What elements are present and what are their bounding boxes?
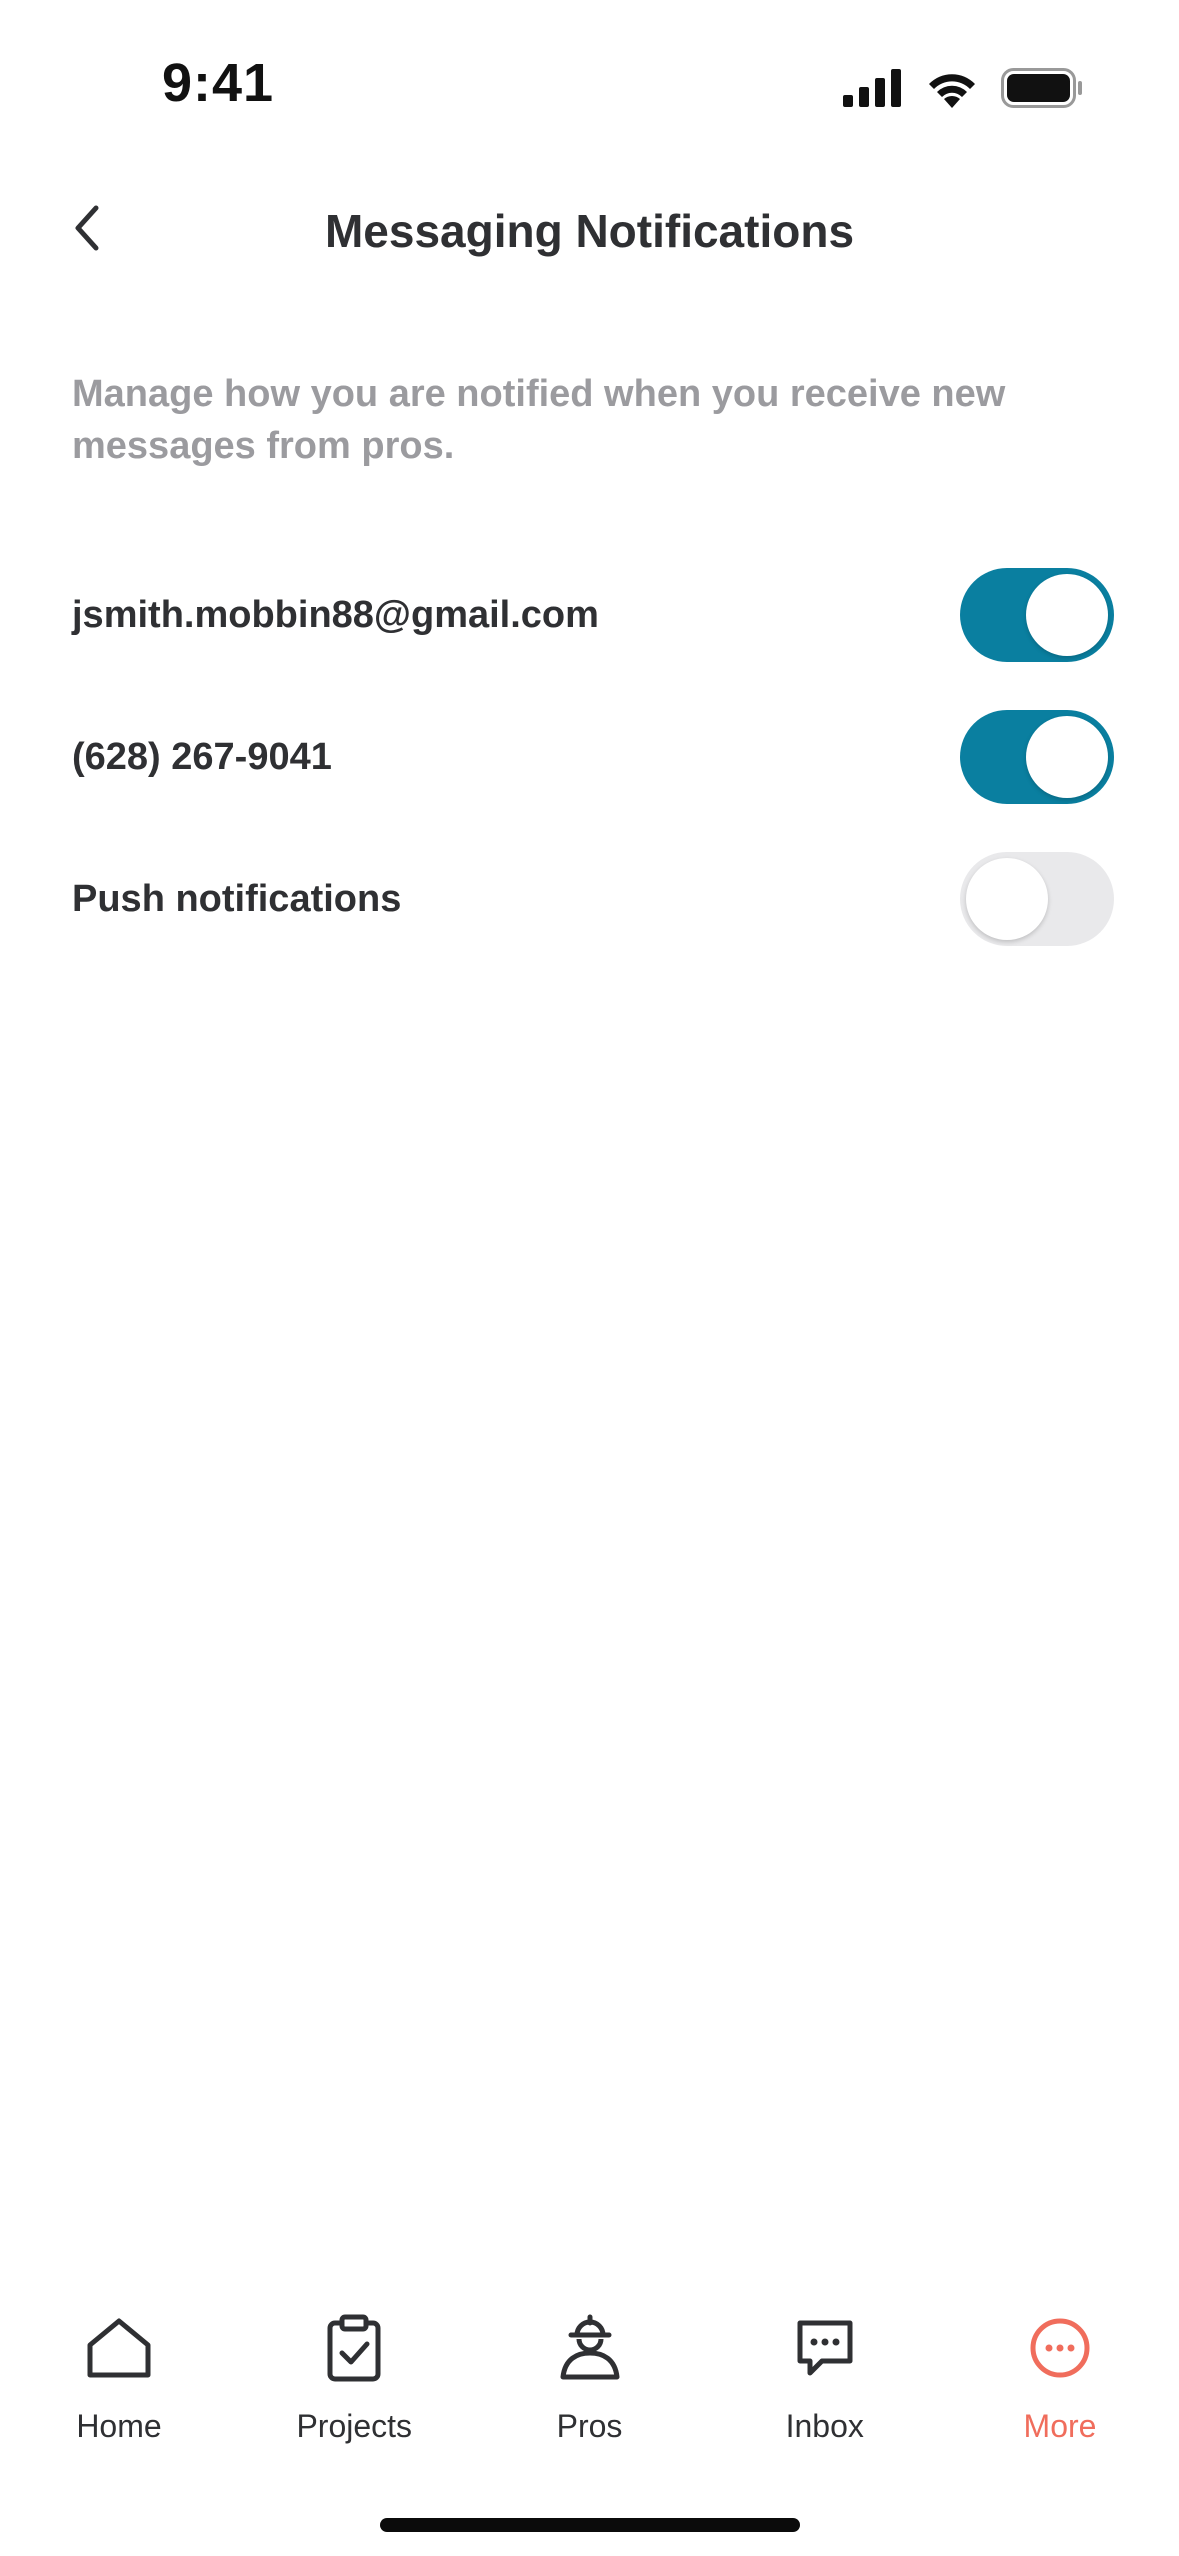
tab-bar: Home Projects Pros Inbox More xyxy=(0,2310,1179,2470)
setting-row-email: jsmith.mobbin88@gmail.com xyxy=(72,568,1114,664)
tab-more[interactable]: More xyxy=(975,2310,1145,2470)
push-notifications-toggle[interactable] xyxy=(960,852,1114,946)
setting-row-push: Push notifications xyxy=(72,852,1114,948)
header: Messaging Notifications xyxy=(0,180,1179,280)
wifi-icon xyxy=(925,68,979,113)
home-indicator xyxy=(380,2518,800,2532)
phone-toggle[interactable] xyxy=(960,710,1114,804)
more-circle-icon xyxy=(1022,2310,1098,2386)
toggle-knob xyxy=(966,858,1048,940)
toggle-knob xyxy=(1026,716,1108,798)
clipboard-check-icon xyxy=(316,2310,392,2386)
status-icons xyxy=(843,68,1083,113)
pro-worker-icon xyxy=(552,2310,628,2386)
tab-label-projects: Projects xyxy=(296,2408,413,2444)
home-icon xyxy=(81,2310,157,2386)
tab-projects[interactable]: Projects xyxy=(269,2310,439,2470)
tab-label-home: Home xyxy=(76,2408,162,2444)
status-bar: 9:41 xyxy=(0,0,1179,150)
cellular-signal-icon xyxy=(843,69,903,112)
battery-icon xyxy=(1001,68,1083,113)
setting-row-phone: (628) 267-9041 xyxy=(72,710,1114,806)
status-time: 9:41 xyxy=(162,53,275,113)
tab-label-inbox: Inbox xyxy=(785,2408,864,2444)
toggle-knob xyxy=(1026,574,1108,656)
tab-label-more: More xyxy=(1023,2408,1097,2444)
tab-pros[interactable]: Pros xyxy=(505,2310,675,2470)
tab-label-pros: Pros xyxy=(556,2408,623,2444)
tab-home[interactable]: Home xyxy=(34,2310,204,2470)
chat-bubble-icon xyxy=(787,2310,863,2386)
setting-label-phone: (628) 267-9041 xyxy=(72,736,332,778)
setting-label-push: Push notifications xyxy=(72,878,402,920)
email-toggle[interactable] xyxy=(960,568,1114,662)
setting-label-email: jsmith.mobbin88@gmail.com xyxy=(72,594,599,636)
page-title: Messaging Notifications xyxy=(324,205,855,257)
tab-inbox[interactable]: Inbox xyxy=(740,2310,910,2470)
description-text: Manage how you are notified when you rec… xyxy=(72,373,1006,467)
